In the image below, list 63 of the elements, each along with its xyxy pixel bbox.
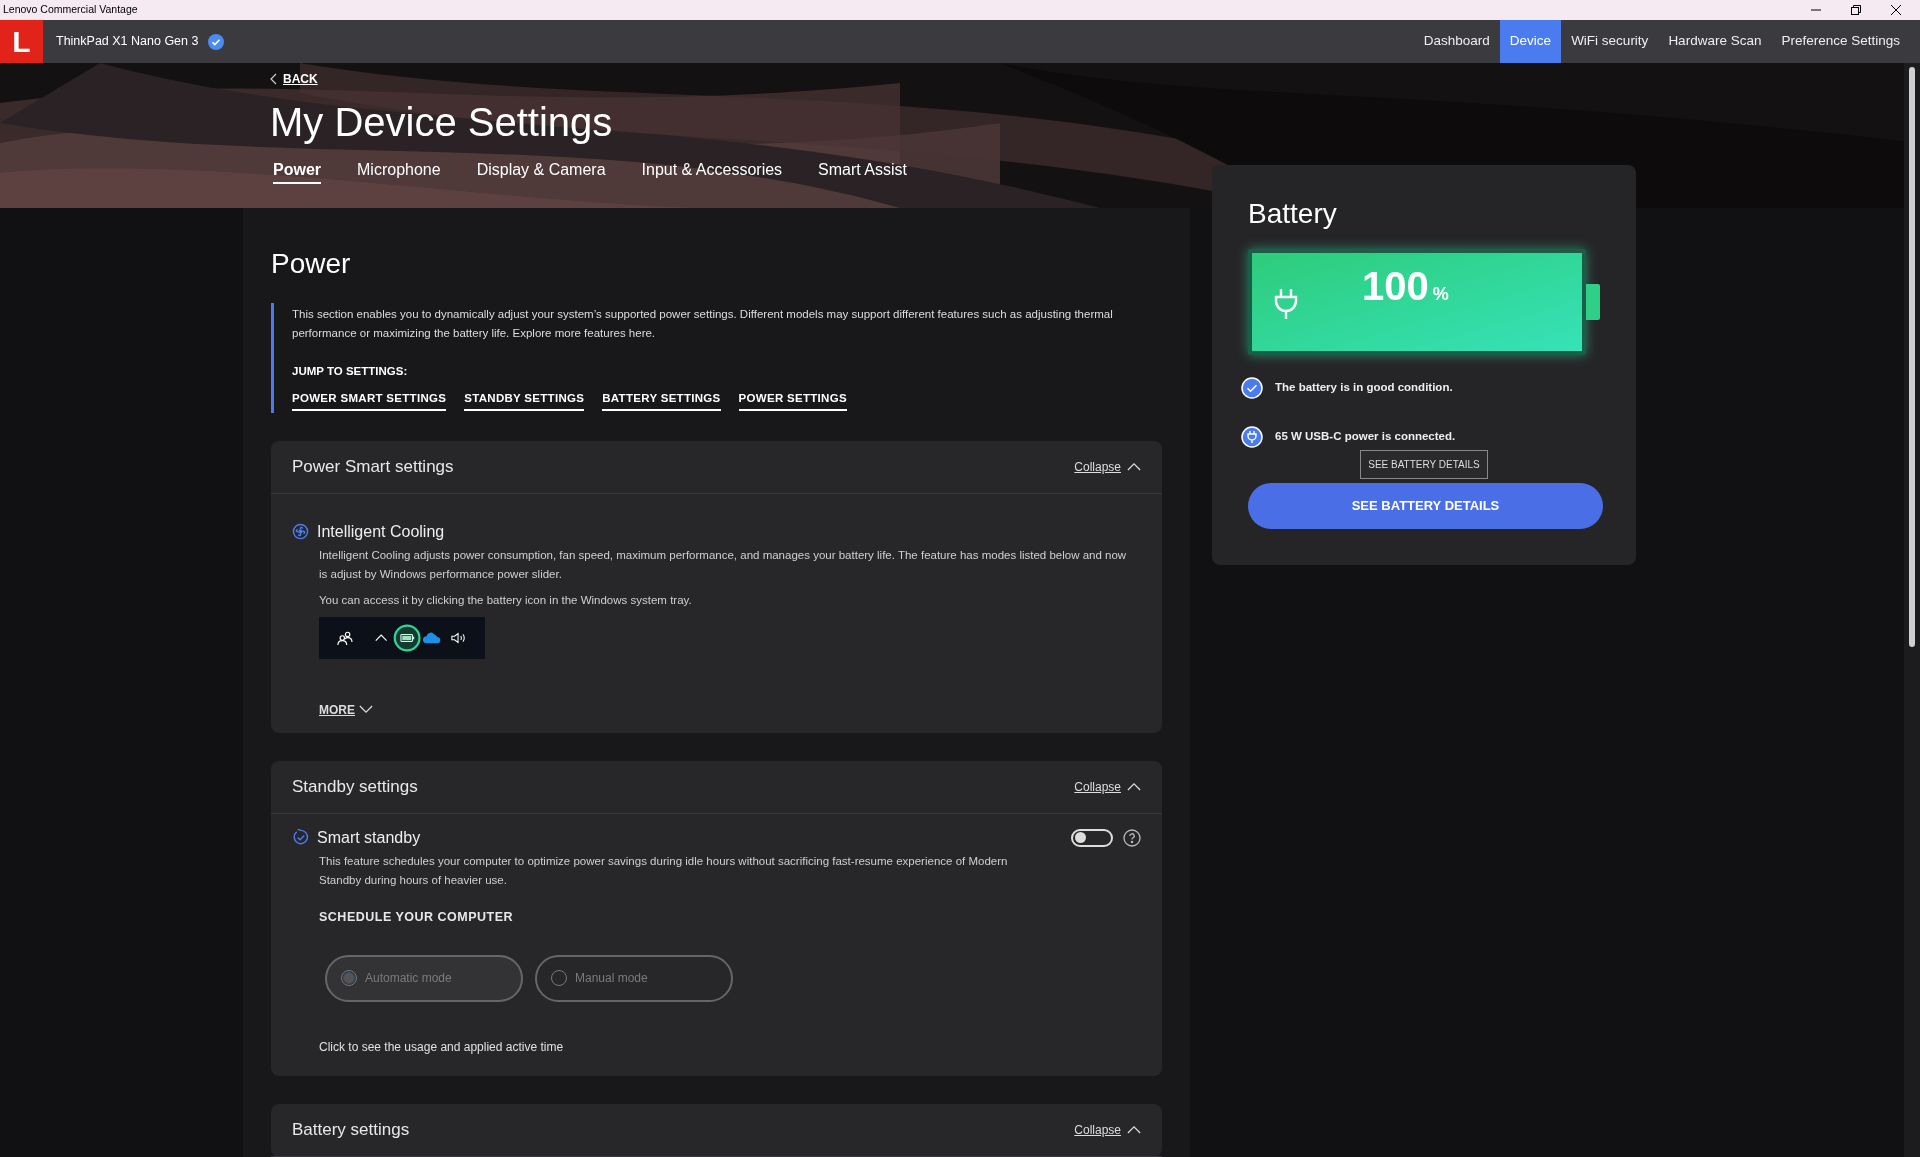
battery-terminal (1586, 284, 1600, 320)
jump-link[interactable]: STANDBY SETTINGS (464, 390, 585, 411)
nav-tab[interactable]: Device (1499, 20, 1562, 63)
device-name: ThinkPad X1 Nano Gen 3 (56, 33, 199, 51)
nav-tab[interactable]: Dashboard (1413, 20, 1500, 63)
feature-title: Smart standby (317, 827, 421, 848)
chevron-left-icon (270, 73, 277, 85)
section-heading: Power (271, 247, 352, 281)
jump-link[interactable]: POWER SMART SETTINGS (292, 390, 447, 411)
section-title: Standby settings (292, 776, 418, 798)
nav-tab[interactable]: WiFi security (1561, 20, 1659, 63)
section-title: Battery settings (292, 1118, 410, 1141)
page-title: My Device Settings (270, 99, 614, 146)
hint-text: You can access it by clicking the battery icon in the Windows system tray. (319, 592, 693, 608)
plug-icon (1241, 426, 1263, 448)
feature-description: This feature schedules your computer to optimize power savings during idle hours without sacrificing fast-resume experience of Modern Standby during hours of heavier use. (319, 853, 1009, 888)
battery-percent: 100 (1362, 263, 1429, 310)
settings-tab[interactable]: Input & Accessories (641, 158, 783, 184)
app-logo: L (0, 20, 43, 63)
collapse-button[interactable]: Collapse (1074, 457, 1141, 476)
nav-tab[interactable]: Hardware Scan (1658, 20, 1772, 63)
verified-icon (208, 33, 225, 50)
more-link[interactable]: MORE (319, 700, 373, 719)
back-link[interactable]: BACK (270, 70, 318, 88)
check-icon (1241, 377, 1263, 399)
settings-tab[interactable]: Microphone (357, 158, 441, 184)
toggle-switch[interactable] (1071, 828, 1113, 847)
jump-label: JUMP TO SETTINGS: (292, 364, 409, 379)
battery-details-button[interactable]: SEE BATTERY DETAILS (1248, 483, 1603, 529)
feature-title: Intelligent Cooling (317, 521, 445, 542)
percent-sign: % (1432, 283, 1449, 306)
window-title: Lenovo Commercial Vantage (3, 2, 138, 18)
tooltip: SEE BATTERY DETAILS (1360, 450, 1488, 479)
collapse-button[interactable]: Collapse (1074, 1120, 1141, 1139)
nav-tab[interactable]: Preference Settings (1771, 20, 1910, 63)
chevron-icon (1127, 782, 1141, 792)
chevron-icon (1127, 462, 1141, 471)
status-text: The battery is in good condition. (1275, 380, 1453, 396)
jump-link[interactable]: POWER SETTINGS (738, 390, 847, 411)
chevron-icon (1127, 1125, 1141, 1134)
settings-tab[interactable]: Power (273, 158, 321, 184)
scrollbar-thumb[interactable] (1909, 67, 1915, 647)
section-title: Power Smart settings (292, 455, 454, 478)
battery-title: Battery (1248, 197, 1338, 231)
usage-link[interactable]: Click to see the usage and applied active time (319, 1037, 564, 1056)
settings-tab[interactable]: Smart Assist (818, 158, 907, 184)
chevron-down-icon (359, 705, 373, 715)
plug-icon (1274, 289, 1298, 319)
speaker-icon (451, 630, 467, 645)
schedule-heading: SCHEDULE YOUR COMPUTER (319, 908, 515, 926)
status-text: 65 W USB-C power is connected. (1275, 429, 1456, 445)
collapse-button[interactable]: Collapse (1074, 777, 1141, 796)
close-icon[interactable] (1891, 5, 1901, 15)
help-icon[interactable] (1123, 828, 1141, 847)
restore-icon[interactable] (1851, 5, 1861, 15)
jump-link[interactable]: BATTERY SETTINGS (602, 390, 721, 411)
intro-text: This section enables you to dynamically adjust your system’s supported power settings. Different models may support different features such as adjusting thermal performance or maximizing the battery life. Explore more features here. (292, 307, 1114, 341)
cloud-icon (423, 631, 442, 644)
feature-description: Intelligent Cooling adjusts power consumption, fan speed, maximum performance, and manages your battery life. The feature has modes listed below and now is adjust by Windows performance power slider. (319, 547, 1128, 582)
chevron-up-icon (374, 633, 388, 643)
settings-tab[interactable]: Display & Camera (476, 158, 606, 184)
fan-icon (292, 523, 309, 540)
standby-icon (292, 829, 309, 847)
